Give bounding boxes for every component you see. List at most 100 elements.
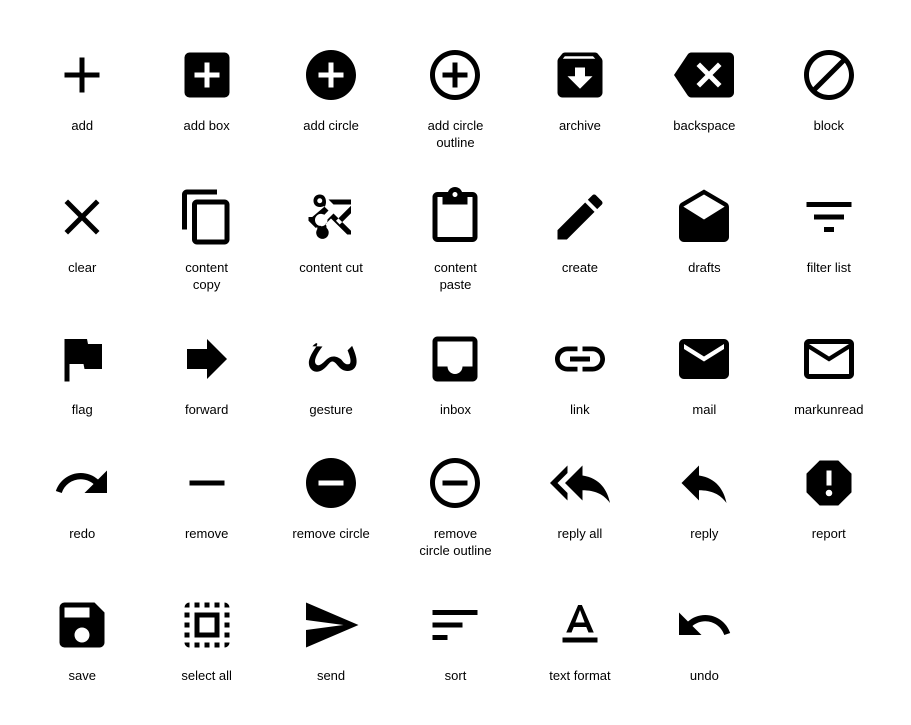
sort-label: sort [445,668,467,685]
forward-icon [172,324,242,394]
block-icon [794,40,864,110]
icon-item-archive[interactable]: archive [518,30,642,162]
content-paste-icon [420,182,490,252]
remove-circle-icon [296,448,366,518]
icon-item-add-circle-outline[interactable]: add circleoutline [393,30,517,162]
archive-icon [545,40,615,110]
reply-all-label: reply all [558,526,603,543]
icon-item-content-copy[interactable]: contentcopy [144,172,268,304]
save-icon [47,590,117,660]
archive-label: archive [559,118,601,135]
icon-item-add-box[interactable]: add box [144,30,268,162]
remove-label: remove [185,526,228,543]
mail-icon [669,324,739,394]
select-all-icon [172,590,242,660]
add-circle-outline-label: add circleoutline [428,118,484,152]
flag-icon [47,324,117,394]
filter-list-label: filter list [807,260,851,277]
add-label: add [71,118,93,135]
markunread-label: markunread [794,402,863,419]
clear-label: clear [68,260,96,277]
drafts-label: drafts [688,260,721,277]
gesture-label: gesture [309,402,352,419]
icon-item-backspace[interactable]: backspace [642,30,766,162]
icon-item-select-all[interactable]: select all [144,580,268,695]
icon-item-text-format[interactable]: text format [518,580,642,695]
icon-item-create[interactable]: create [518,172,642,304]
report-label: report [812,526,846,543]
content-cut-label: content cut [299,260,363,277]
reply-label: reply [690,526,718,543]
save-label: save [68,668,95,685]
icon-item-inbox[interactable]: inbox [393,314,517,429]
add-box-label: add box [184,118,230,135]
icon-item-remove[interactable]: remove [144,438,268,570]
backspace-icon [669,40,739,110]
link-icon [545,324,615,394]
remove-icon [172,448,242,518]
clear-icon [47,182,117,252]
icon-item-save[interactable]: save [20,580,144,695]
content-cut-icon [296,182,366,252]
icon-item-remove-circle[interactable]: remove circle [269,438,393,570]
add-icon [47,40,117,110]
icon-item-content-paste[interactable]: contentpaste [393,172,517,304]
redo-icon [47,448,117,518]
remove-circle-outline-icon [420,448,490,518]
icon-item-reply-all[interactable]: reply all [518,438,642,570]
icon-item-content-cut[interactable]: content cut [269,172,393,304]
add-circle-icon [296,40,366,110]
block-label: block [814,118,844,135]
icon-item-drafts[interactable]: drafts [642,172,766,304]
undo-label: undo [690,668,719,685]
icon-item-reply[interactable]: reply [642,438,766,570]
icon-item-add[interactable]: add [20,30,144,162]
icon-item-markunread[interactable]: markunread [767,314,891,429]
filter-list-icon [794,182,864,252]
icon-item-clear[interactable]: clear [20,172,144,304]
create-icon [545,182,615,252]
flag-label: flag [72,402,93,419]
icon-item-sort[interactable]: sort [393,580,517,695]
icon-item-add-circle[interactable]: add circle [269,30,393,162]
add-circle-label: add circle [303,118,359,135]
text-format-icon [545,590,615,660]
content-paste-label: contentpaste [434,260,477,294]
backspace-label: backspace [673,118,735,135]
mail-label: mail [692,402,716,419]
icon-item-filter-list[interactable]: filter list [767,172,891,304]
report-icon [794,448,864,518]
sort-icon [420,590,490,660]
icon-item-flag[interactable]: flag [20,314,144,429]
gesture-icon [296,324,366,394]
forward-label: forward [185,402,228,419]
icon-item-mail[interactable]: mail [642,314,766,429]
content-copy-label: contentcopy [185,260,228,294]
redo-label: redo [69,526,95,543]
remove-circle-outline-label: removecircle outline [419,526,491,560]
send-label: send [317,668,345,685]
link-label: link [570,402,590,419]
create-label: create [562,260,598,277]
remove-circle-label: remove circle [292,526,369,543]
inbox-icon [420,324,490,394]
send-icon [296,590,366,660]
reply-all-icon [545,448,615,518]
select-all-label: select all [181,668,232,685]
icon-item-report[interactable]: report [767,438,891,570]
icon-item-remove-circle-outline[interactable]: removecircle outline [393,438,517,570]
add-circle-outline-icon [420,40,490,110]
drafts-icon [669,182,739,252]
icon-item-block[interactable]: block [767,30,891,162]
icon-item-link[interactable]: link [518,314,642,429]
markunread-icon [794,324,864,394]
icon-item-undo[interactable]: undo [642,580,766,695]
icon-item-forward[interactable]: forward [144,314,268,429]
content-copy-icon [172,182,242,252]
icon-item-gesture[interactable]: gesture [269,314,393,429]
undo-icon [669,590,739,660]
icon-item-redo[interactable]: redo [20,438,144,570]
icon-item-send[interactable]: send [269,580,393,695]
icon-grid: add add box add circle add circleoutline… [0,0,911,725]
text-format-label: text format [549,668,610,685]
